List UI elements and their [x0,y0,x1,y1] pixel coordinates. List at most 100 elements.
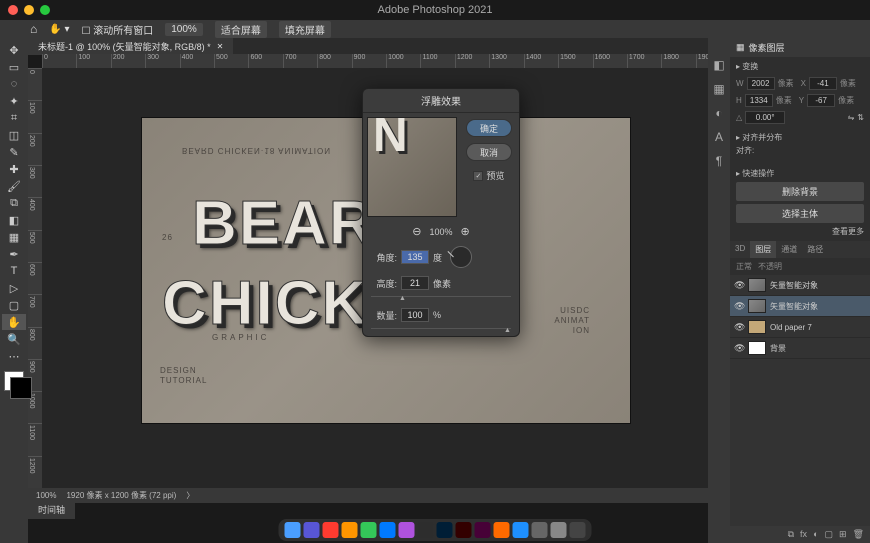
pen-tool[interactable]: ✒ [2,246,26,262]
new-folder-icon[interactable]: ▢ [825,529,834,540]
maximize-window-button[interactable] [40,5,50,15]
horizontal-ruler[interactable]: 0100200300400500600700800900100011001200… [42,54,730,68]
dock-app-icon[interactable] [361,522,377,538]
fill-screen-button[interactable]: 填充屏幕 [279,21,331,38]
brush-tool[interactable]: 🖌 [2,178,26,194]
dock-app-icon[interactable] [551,522,567,538]
dock-app-icon[interactable] [304,522,320,538]
marquee-tool[interactable]: ▭ [2,59,26,75]
visibility-icon[interactable]: 👁 [734,280,744,291]
close-tab-icon[interactable]: ✕ [217,42,224,51]
gradient-tool[interactable]: ▦ [2,229,26,245]
ok-button[interactable]: 确定 [466,119,512,137]
status-chevron-icon[interactable]: 〉 [186,490,194,501]
height-prop-input[interactable] [745,94,773,107]
x-input[interactable] [809,77,837,90]
move-tool[interactable]: ✥ [2,42,26,58]
minimize-window-button[interactable] [24,5,34,15]
close-window-button[interactable] [8,5,18,15]
select-subject-button[interactable]: 选择主体 [736,204,864,223]
color-panel-icon[interactable]: ◧ [713,58,724,72]
transform-section-label[interactable]: ▸ 变换 [736,61,864,72]
flip-h-button[interactable]: ⇋ [848,113,855,122]
properties-panel-header[interactable]: ▦ 像素图层 [730,38,870,57]
status-dimensions[interactable]: 1920 像素 x 1200 像素 (72 ppi) [66,490,176,501]
eyedropper-tool[interactable]: ✎ [2,144,26,160]
layer-row[interactable]: 👁Old paper 7 [730,317,870,338]
zoom-100-button[interactable]: 100% [165,23,203,36]
dock-app-icon[interactable] [494,522,510,538]
dock-app-icon[interactable] [456,522,472,538]
dock-app-icon[interactable] [380,522,396,538]
amount-input[interactable] [401,308,429,322]
dock-app-icon[interactable] [437,522,453,538]
preview-checkbox[interactable]: ✓ 预览 [473,169,504,182]
layer-row[interactable]: 👁矢量智能对象 [730,275,870,296]
delete-layer-icon[interactable]: 🗑 [853,529,864,540]
visibility-icon[interactable]: 👁 [734,343,744,354]
zoom-in-icon[interactable]: ⊕ [461,225,470,238]
amount-slider[interactable] [371,328,511,334]
dock-app-icon[interactable] [399,522,415,538]
hand-tool[interactable]: ✋ [2,314,26,330]
layer-thumbnail[interactable] [748,320,766,334]
scroll-all-checkbox[interactable]: ☐ 滚动所有窗口 [82,22,154,37]
cancel-button[interactable]: 取消 [466,143,512,161]
paragraph-panel-icon[interactable]: ¶ [716,154,722,168]
new-layer-icon[interactable]: ⊞ [839,529,847,540]
layer-thumbnail[interactable] [748,299,766,313]
hand-tool-icon[interactable]: ✋ ▾ [49,24,69,35]
height-input[interactable] [401,276,429,290]
adjustments-panel-icon[interactable]: ◐ [715,106,722,120]
layer-mask-icon[interactable]: ◐ [813,529,818,540]
rotation-input[interactable] [745,111,785,124]
layer-row[interactable]: 👁矢量智能对象 [730,296,870,317]
quick-actions-label[interactable]: ▸ 快速操作 [736,168,864,179]
dock-app-icon[interactable] [418,522,434,538]
dock-app-icon[interactable] [475,522,491,538]
zoom-out-icon[interactable]: ⊖ [412,225,421,238]
visibility-icon[interactable]: 👁 [734,322,744,333]
link-layers-icon[interactable]: ⧉ [788,529,794,540]
width-input[interactable] [747,77,775,90]
angle-input[interactable] [401,250,429,264]
flip-v-button[interactable]: ⇅ [857,113,864,122]
timeline-tab[interactable]: 时间轴 [28,500,75,519]
layer-thumbnail[interactable] [748,278,766,292]
dock-app-icon[interactable] [342,522,358,538]
layer-tab-路径[interactable]: 路径 [802,241,828,258]
healing-tool[interactable]: ✚ [2,161,26,177]
dock-app-icon[interactable] [323,522,339,538]
character-panel-icon[interactable]: A [715,130,723,144]
dialog-title[interactable]: 浮雕效果 [363,89,519,113]
vertical-ruler[interactable]: 0100200300400500600700800900100011001200 [28,68,42,488]
dock-app-icon[interactable] [513,522,529,538]
layer-fx-icon[interactable]: fx [800,529,807,540]
layer-thumbnail[interactable] [748,341,766,355]
layer-tab-3D[interactable]: 3D [730,241,750,258]
height-slider[interactable] [371,296,511,302]
blend-mode-select[interactable]: 正常 [736,261,752,272]
foreground-background-colors[interactable] [4,371,24,391]
lasso-tool[interactable]: ◌ [2,76,26,92]
edit-toolbar-icon[interactable]: ⋯ [2,348,26,364]
remove-background-button[interactable]: 删除背景 [736,182,864,201]
dock-app-icon[interactable] [570,522,586,538]
eraser-tool[interactable]: ◧ [2,212,26,228]
visibility-icon[interactable]: 👁 [734,301,744,312]
swatches-panel-icon[interactable]: ▦ [713,82,724,96]
layer-tab-图层[interactable]: 图层 [750,241,776,258]
layer-tab-通道[interactable]: 通道 [776,241,802,258]
path-tool[interactable]: ▷ [2,280,26,296]
dialog-preview-image[interactable] [367,117,457,217]
frame-tool[interactable]: ◫ [2,127,26,143]
home-icon[interactable]: ⌂ [30,22,37,36]
status-zoom[interactable]: 100% [36,491,56,500]
dock-app-icon[interactable] [285,522,301,538]
document-tab[interactable]: 未标题-1 @ 100% (矢量智能对象, RGB/8) * ✕ [28,38,233,55]
align-section-label[interactable]: ▸ 对齐并分布 [736,132,864,143]
crop-tool[interactable]: ⌗ [2,110,26,126]
stamp-tool[interactable]: ⧉ [2,195,26,211]
fit-screen-button[interactable]: 适合屏幕 [215,21,267,38]
angle-dial[interactable] [450,246,472,268]
